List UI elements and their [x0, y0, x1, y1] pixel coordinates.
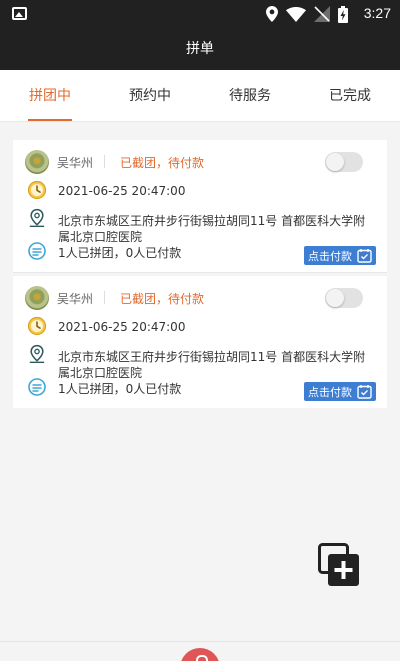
- order-datetime: 2021-06-25 20:47:00: [58, 320, 186, 334]
- divider: [104, 291, 105, 304]
- user-name: 吴华州: [57, 156, 94, 170]
- clock-icon: [27, 316, 47, 336]
- tab-completed[interactable]: 已完成: [300, 70, 400, 121]
- toggle-knob: [326, 289, 344, 307]
- card-divider: [13, 272, 387, 273]
- avatar: [25, 286, 49, 310]
- bottom-divider: [0, 641, 400, 642]
- tab-reserving[interactable]: 预约中: [100, 70, 200, 121]
- status-bar: 3:27: [0, 0, 400, 28]
- pay-button-label: 点击付款: [308, 249, 352, 263]
- pay-button[interactable]: 点击付款: [304, 246, 376, 265]
- order-address: 北京市东城区王府井步行街锡拉胡同11号 首都医科大学附属北京口腔医院: [58, 214, 366, 244]
- location-icon: [266, 6, 278, 22]
- status-time: 3:27: [363, 5, 391, 21]
- bottom-nav-center-button[interactable]: [180, 648, 220, 661]
- group-info: 1人已拼团，0人已付款: [58, 246, 182, 260]
- group-info: 1人已拼团，0人已付款: [58, 382, 182, 396]
- order-datetime: 2021-06-25 20:47:00: [58, 184, 186, 198]
- location-pin-icon: [29, 208, 45, 227]
- gallery-notification-icon: [12, 7, 27, 20]
- tab-bar: 拼团中 预约中 待服务 已完成: [0, 70, 400, 122]
- wifi-icon: [286, 6, 306, 22]
- toggle-knob: [326, 153, 344, 171]
- group-chat-icon: [28, 242, 46, 260]
- order-card[interactable]: 吴华州 已截团，待付款 2021-06-25 20:47:00 北京市东城区王府…: [13, 276, 387, 408]
- pay-button-label: 点击付款: [308, 385, 352, 399]
- location-pin-icon: [29, 344, 45, 363]
- no-signal-icon: [314, 6, 330, 22]
- order-address: 北京市东城区王府井步行街锡拉胡同11号 首都医科大学附属北京口腔医院: [58, 350, 366, 380]
- add-group-button[interactable]: [318, 543, 360, 587]
- tab-in-group[interactable]: 拼团中: [0, 70, 100, 121]
- order-status: 已截团，待付款: [120, 156, 205, 170]
- pay-button[interactable]: 点击付款: [304, 382, 376, 401]
- order-card[interactable]: 吴华州 已截团，待付款 2021-06-25 20:47:00 北京市东城区王府…: [13, 140, 387, 272]
- group-chat-icon: [28, 378, 46, 396]
- clock-icon: [27, 180, 47, 200]
- calendar-check-icon: [357, 385, 372, 399]
- page-title: 拼单: [0, 28, 400, 70]
- order-toggle[interactable]: [325, 152, 363, 172]
- avatar: [25, 150, 49, 174]
- order-status: 已截团，待付款: [120, 292, 205, 306]
- divider: [104, 155, 105, 168]
- user-name: 吴华州: [57, 292, 94, 306]
- tab-pending-service[interactable]: 待服务: [200, 70, 300, 121]
- battery-charging-icon: [338, 5, 348, 23]
- order-toggle[interactable]: [325, 288, 363, 308]
- calendar-check-icon: [357, 249, 372, 263]
